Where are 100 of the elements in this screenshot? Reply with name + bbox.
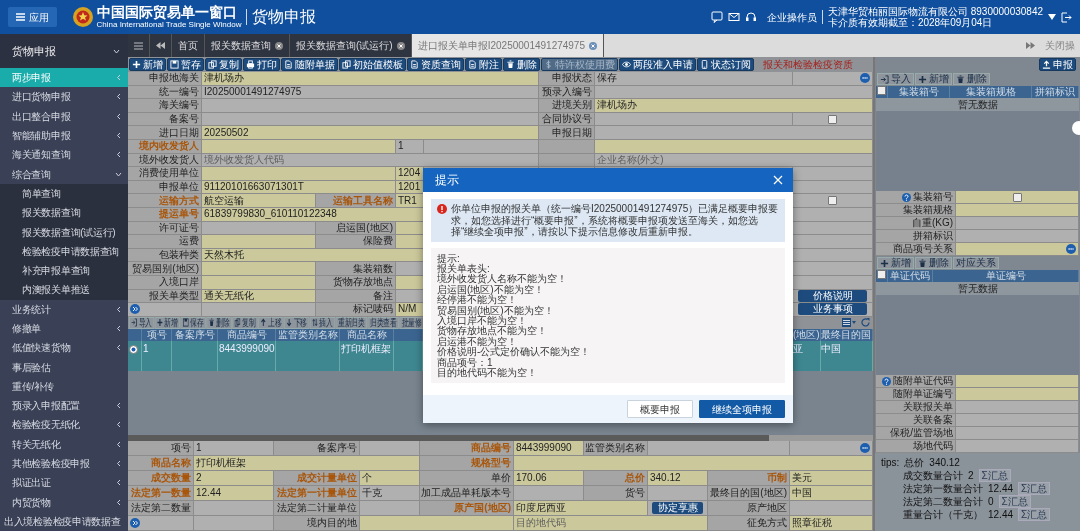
- dialog-button[interactable]: 概要申报: [627, 400, 693, 418]
- input-field[interactable]: [648, 441, 790, 456]
- toolbar-button[interactable]: 初始值模板: [339, 58, 406, 71]
- column-menu-icon[interactable]: [841, 318, 856, 328]
- sidebar-subitem[interactable]: 报关数据查询(试运行): [0, 222, 128, 242]
- toolbar-button[interactable]: 附注: [465, 58, 502, 71]
- sidebar-item[interactable]: 预录入申报配置: [0, 396, 128, 416]
- sum-button[interactable]: Σ汇总: [1018, 508, 1051, 521]
- input-field[interactable]: [360, 441, 420, 456]
- sum-button[interactable]: Σ汇总: [1018, 482, 1051, 495]
- close-icon[interactable]: [773, 175, 783, 185]
- toolbar-button[interactable]: 打印: [243, 58, 280, 71]
- scroll-left-button[interactable]: [150, 34, 172, 57]
- more-icon[interactable]: [1066, 244, 1076, 254]
- input-field[interactable]: 照章征税: [790, 516, 873, 531]
- input-field[interactable]: [202, 167, 396, 181]
- dialog-button[interactable]: 继续全项申报: [699, 400, 785, 418]
- sidebar-item[interactable]: 重传/补传: [0, 376, 128, 397]
- submit-button[interactable]: 申报: [1039, 58, 1076, 71]
- toolbar-button[interactable]: 对应关系: [953, 257, 999, 269]
- dropdown-caret-icon[interactable]: [1048, 14, 1056, 20]
- tab[interactable]: 进口报关单申报I20250001491274975: [411, 34, 604, 57]
- input-field[interactable]: 美元: [790, 471, 873, 486]
- sidebar-item[interactable]: 综合查询: [0, 164, 128, 184]
- tab[interactable]: 首页: [172, 34, 205, 57]
- sidebar-item[interactable]: 事后验估: [0, 357, 128, 377]
- input-field[interactable]: [956, 230, 1079, 243]
- chat-icon[interactable]: [710, 11, 723, 23]
- input-field[interactable]: [396, 262, 424, 276]
- sidebar-item[interactable]: 转关无纸化: [0, 434, 128, 454]
- input-field[interactable]: [595, 126, 873, 140]
- toolbar-button[interactable]: 暂存: [167, 58, 204, 71]
- menu-button[interactable]: [128, 34, 150, 57]
- expand-icon[interactable]: [130, 304, 140, 315]
- sidebar-item[interactable]: 修撤单: [0, 318, 128, 339]
- close-icon[interactable]: [396, 41, 405, 50]
- input-field[interactable]: 1: [194, 441, 274, 456]
- sidebar-item[interactable]: 低值快速货物: [0, 338, 128, 358]
- action-button[interactable]: 业务事项: [798, 303, 867, 316]
- checkbox[interactable]: [877, 86, 886, 95]
- input-field[interactable]: 印度尼西亚: [514, 501, 648, 516]
- help-icon[interactable]: [881, 376, 891, 386]
- input-field[interactable]: 津机场办: [595, 99, 873, 113]
- input-field[interactable]: [790, 501, 873, 516]
- logout-icon[interactable]: [1061, 11, 1072, 23]
- input-field[interactable]: [956, 401, 1079, 414]
- sidebar-item[interactable]: 进口货物申报: [0, 87, 128, 107]
- more-icon[interactable]: [860, 73, 870, 84]
- sidebar-subitem[interactable]: 检验检疫申请数据查询: [0, 241, 128, 261]
- input-field[interactable]: 津机场办: [202, 72, 539, 86]
- input-field[interactable]: 8443999090: [514, 441, 584, 456]
- sidebar-item[interactable]: 业务统计: [0, 299, 128, 319]
- mail-icon[interactable]: [727, 11, 740, 23]
- input-field[interactable]: 20250502: [202, 126, 539, 140]
- sidebar-subitem[interactable]: 报关数据查询: [0, 203, 128, 223]
- toolbar-button[interactable]: 新增: [129, 58, 166, 71]
- input-field[interactable]: 千克: [360, 486, 420, 501]
- input-field[interactable]: 1204: [396, 167, 424, 181]
- sidebar-subitem[interactable]: 内澳报关单推送: [0, 280, 128, 300]
- input-field[interactable]: [956, 427, 1079, 440]
- toolbar-button[interactable]: 删除: [953, 73, 990, 85]
- scrollbar[interactable]: [128, 435, 769, 441]
- input-field[interactable]: [956, 375, 1079, 388]
- sidebar-item[interactable]: 出口整合申报: [0, 106, 128, 126]
- input-field[interactable]: 340.12: [648, 471, 708, 486]
- input-field[interactable]: 2: [194, 471, 274, 486]
- checkbox[interactable]: [877, 270, 886, 279]
- sidebar-item[interactable]: 拟证出证: [0, 473, 128, 493]
- headset-icon[interactable]: [744, 11, 757, 23]
- refresh-icon[interactable]: [860, 318, 870, 328]
- input-field[interactable]: [956, 414, 1079, 427]
- tab[interactable]: 报关数据查询: [205, 34, 290, 57]
- sidebar-item[interactable]: 海关通知查询: [0, 145, 128, 165]
- input-field[interactable]: 12.44: [194, 486, 274, 501]
- double-right-arrow-icon[interactable]: [1026, 42, 1035, 49]
- toolbar-button[interactable]: 删除: [503, 58, 540, 71]
- expand-icon[interactable]: [130, 518, 140, 528]
- input-field[interactable]: [514, 486, 584, 501]
- toolbar-button[interactable]: 资质查询: [407, 58, 464, 71]
- input-field[interactable]: 170.06: [514, 471, 584, 486]
- sum-button[interactable]: Σ汇总: [978, 469, 1011, 482]
- input-field[interactable]: [202, 303, 316, 317]
- sidebar-item[interactable]: 出入境检验检疫申请数据查: [0, 511, 128, 531]
- input-field[interactable]: N/M: [396, 303, 424, 317]
- toolbar-button[interactable]: 导入: [877, 73, 914, 85]
- toolbar-button[interactable]: 状态订阅: [697, 58, 754, 71]
- input-field[interactable]: [202, 262, 316, 276]
- sidebar-subitem[interactable]: 补充申报单查询: [0, 260, 128, 281]
- sidebar-item[interactable]: 智能辅助申报: [0, 125, 128, 146]
- input-field[interactable]: [956, 191, 1079, 204]
- input-field[interactable]: [956, 243, 1079, 256]
- radio-button[interactable]: [129, 344, 138, 354]
- toolbar-button[interactable]: 随附单据: [281, 58, 338, 71]
- help-icon[interactable]: [901, 192, 911, 202]
- toolbar-button[interactable]: 两段准入申请: [619, 58, 696, 71]
- input-field[interactable]: [202, 99, 539, 113]
- toolbar-button[interactable]: 复制: [205, 58, 242, 71]
- input-field[interactable]: [956, 217, 1079, 230]
- input-field[interactable]: TR1: [396, 194, 424, 208]
- input-field[interactable]: 目的地代码: [514, 516, 708, 531]
